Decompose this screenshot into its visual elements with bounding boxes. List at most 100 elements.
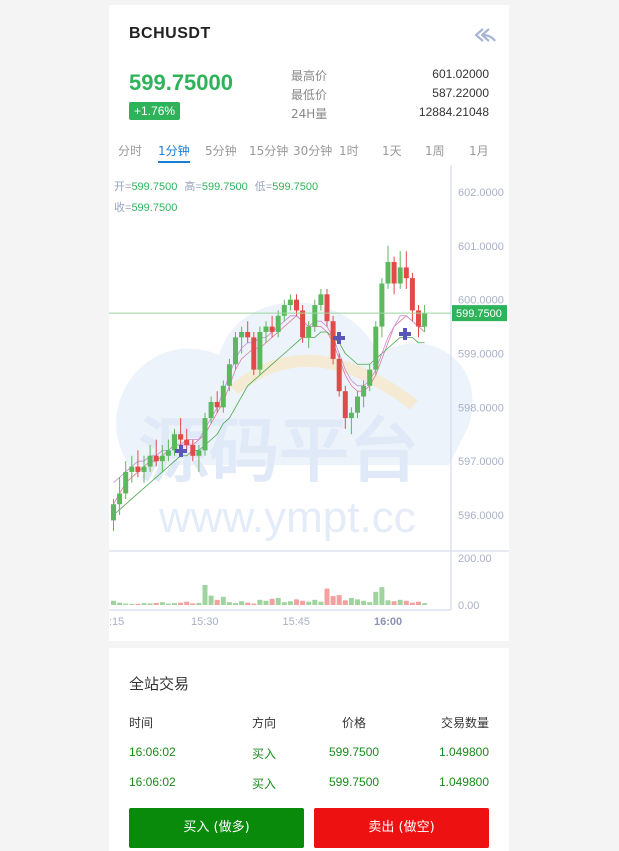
price-tick-label: 600.0000 [458, 295, 504, 307]
candle [184, 439, 190, 446]
price-tick-label: 597.0000 [458, 456, 504, 468]
volume-bar [361, 600, 367, 605]
current-price-label: 599.7500 [456, 308, 502, 320]
time-tick-label: 15:30 [191, 616, 219, 628]
volume-bar [403, 600, 409, 605]
volume-bar [239, 601, 245, 605]
time-tick-label: :15 [109, 616, 124, 628]
candle [361, 385, 367, 397]
tab-1month[interactable]: 1月 [469, 142, 489, 159]
tab-15min[interactable]: 15分钟 [249, 142, 288, 159]
candle [300, 310, 306, 338]
volume-bar [287, 601, 293, 605]
price-tick-label: 601.0000 [458, 241, 504, 253]
candle [172, 434, 177, 451]
tab-30min[interactable]: 30分钟 [293, 142, 332, 159]
candle [324, 294, 330, 322]
marker-plus-icon [399, 328, 411, 340]
candle [391, 261, 397, 284]
volume-bar [318, 601, 324, 605]
candle [239, 331, 245, 338]
volume-bar [251, 603, 257, 605]
volume-bar [190, 603, 196, 605]
price-tick-label: 599.0000 [458, 349, 504, 361]
candle [129, 466, 135, 472]
trade-side: 买入 [252, 777, 277, 791]
tab-1hour[interactable]: 1时 [339, 142, 359, 159]
trade-time: 16:06:02 [129, 745, 176, 759]
candle [287, 299, 293, 306]
buy-long-button[interactable]: 买入 (做多) [129, 808, 304, 848]
candle [275, 315, 281, 332]
tab-timeline[interactable]: 分时 [118, 142, 142, 159]
candle [385, 261, 391, 284]
candle [111, 504, 116, 521]
trade-side: 买入 [252, 747, 277, 761]
high-value: 599.7500 [202, 181, 248, 193]
change-badge: +1.76% [129, 102, 181, 120]
volume-bar [129, 604, 135, 605]
trades-card: 全站交易 时间 方向 价格 交易数量 16:06:02 买入 599.7500 … [109, 648, 509, 851]
candle [141, 466, 147, 472]
volume-bar [397, 599, 403, 605]
volume-bar [324, 588, 330, 605]
volume-bar [233, 603, 238, 605]
volume-bar [135, 603, 141, 605]
tab-1min[interactable]: 1分钟 [158, 142, 190, 163]
volume-bar [159, 602, 165, 605]
ohlc-legend-close: 收=599.7500 [114, 200, 177, 214]
volume-bar [165, 603, 171, 605]
stat-label-low: 最低价 [291, 88, 328, 102]
volume-bar [141, 603, 147, 605]
volume-bar [220, 596, 226, 605]
candle [159, 455, 165, 462]
volume-bar [257, 599, 263, 605]
time-axis: :15 15:30 15:45 16:00 [109, 616, 402, 628]
candle [190, 445, 196, 456]
volume-bar [367, 602, 373, 605]
candle [233, 337, 238, 365]
candle [318, 294, 324, 306]
high-label: 高= [184, 179, 201, 193]
trade-qty: 1.049800 [438, 745, 489, 759]
volume-bar [153, 602, 159, 605]
price-tick-label: 596.0000 [458, 510, 504, 522]
trade-price: 599.7500 [329, 775, 380, 789]
low-value: 599.7500 [272, 181, 318, 193]
col-time: 时间 [129, 716, 154, 730]
candle [208, 401, 214, 419]
volume-bar [111, 600, 116, 605]
volume-bar [147, 603, 153, 605]
volume-bar [196, 602, 202, 605]
trade-time: 16:06:02 [129, 775, 176, 789]
tab-1day[interactable]: 1天 [382, 142, 402, 159]
candle [373, 326, 379, 370]
volume-bar [342, 600, 348, 605]
time-tick-label: 15:45 [283, 616, 311, 628]
interval-tabs: 分时 1分钟 5分钟 15分钟 30分钟 1时 1天 1周 1月 [109, 142, 509, 166]
back-icon[interactable] [473, 25, 497, 45]
candle [226, 364, 232, 386]
candle [306, 326, 312, 338]
sell-short-button[interactable]: 卖出 (做空) [314, 808, 489, 848]
volume-bar [416, 601, 421, 605]
stat-value-low: 587.22000 [432, 86, 489, 100]
volume-bar [214, 599, 220, 605]
candle [409, 278, 415, 311]
time-tick-label: 16:00 [374, 616, 402, 628]
ohlc-legend: 开=599.7500 高=599.7500 低=599.7500 [114, 179, 318, 193]
stat-value-volume: 12884.21048 [418, 105, 489, 119]
volume-bar [208, 595, 214, 605]
price-tick-label: 602.0000 [458, 187, 504, 199]
open-label: 开= [114, 181, 131, 193]
tab-1week[interactable]: 1周 [425, 142, 445, 159]
kline-chart[interactable]: 源码平台 www.ympt.cc 602.0000 601.0000 600.000… [109, 165, 509, 640]
candle [178, 434, 184, 440]
price-tick-label: 598.0000 [458, 402, 504, 414]
volume-bar [348, 597, 354, 605]
candle [263, 326, 269, 332]
tab-5min[interactable]: 5分钟 [205, 142, 237, 159]
candle [379, 283, 385, 327]
candle [348, 412, 354, 419]
candle [251, 337, 257, 370]
